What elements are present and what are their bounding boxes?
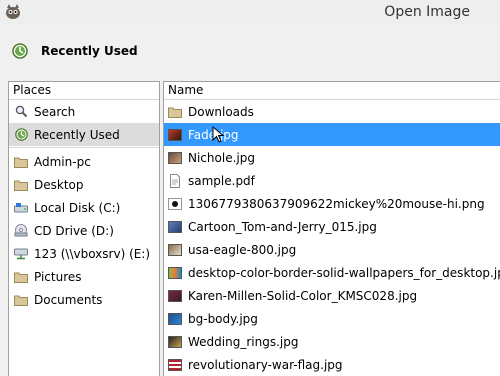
folder-icon bbox=[14, 293, 28, 307]
places-item-cd-drive[interactable]: CD Drive (D:) bbox=[9, 219, 159, 242]
pdf-file-icon bbox=[170, 173, 180, 188]
file-item-label: Karen-Millen-Solid-Color_KMSC028.jpg bbox=[188, 288, 418, 303]
title-bar[interactable]: Open Image bbox=[0, 0, 500, 24]
image-thumb-icon bbox=[168, 335, 182, 348]
file-item-label: Cartoon_Tom-and-Jerry_015.jpg bbox=[188, 219, 377, 234]
file-item-sample-pdf[interactable]: sample.pdf bbox=[164, 169, 500, 192]
places-item-recently-used[interactable]: Recently Used bbox=[9, 123, 159, 146]
search-icon bbox=[14, 105, 28, 119]
name-column-header[interactable]: Name bbox=[164, 82, 500, 100]
file-item-label: desktop-color-border-solid-wallpapers_fo… bbox=[188, 265, 500, 280]
image-thumb-icon bbox=[168, 266, 182, 279]
folder-icon bbox=[14, 178, 28, 192]
file-item-mickey[interactable]: 1306779380637909622mickey%20mouse-hi.png bbox=[164, 192, 500, 215]
image-thumb-icon bbox=[168, 220, 182, 233]
file-item-label: 1306779380637909622mickey%20mouse-hi.png bbox=[188, 196, 485, 211]
recent-icon bbox=[12, 43, 28, 59]
image-thumb-icon bbox=[168, 289, 182, 302]
file-item-tom-jerry[interactable]: Cartoon_Tom-and-Jerry_015.jpg bbox=[164, 215, 500, 238]
places-item-label: Pictures bbox=[34, 269, 82, 284]
places-item-admin-pc[interactable]: Admin-pc bbox=[9, 150, 159, 173]
file-item-bg-body[interactable]: bg-body.jpg bbox=[164, 307, 500, 330]
places-item-documents[interactable]: Documents bbox=[9, 288, 159, 311]
file-item-label: sample.pdf bbox=[188, 173, 255, 188]
file-item-revolutionary-war-flag[interactable]: revolutionary-war-flag.jpg bbox=[164, 353, 500, 376]
places-item-label: CD Drive (D:) bbox=[34, 223, 114, 238]
file-item-desktop-color-border[interactable]: desktop-color-border-solid-wallpapers_fo… bbox=[164, 261, 500, 284]
places-item-label: Search bbox=[34, 104, 76, 119]
network-drive-icon bbox=[14, 247, 28, 261]
image-thumb-icon bbox=[168, 128, 182, 141]
places-item-label: Documents bbox=[34, 292, 103, 307]
places-item-label: Recently Used bbox=[34, 127, 120, 142]
places-item-label: 123 (\\vboxsrv) (E:) bbox=[34, 246, 151, 261]
file-item-label: Downloads bbox=[188, 104, 254, 119]
location-title: Recently Used bbox=[41, 44, 138, 58]
places-item-desktop[interactable]: Desktop bbox=[9, 173, 159, 196]
mouse-cursor-icon bbox=[212, 126, 225, 143]
places-panel[interactable]: Places Search Recently Used Admin-pc Des… bbox=[8, 81, 160, 376]
file-item-label: bg-body.jpg bbox=[188, 311, 258, 326]
file-item-wedding-rings[interactable]: Wedding_rings.jpg bbox=[164, 330, 500, 353]
file-item-label: revolutionary-war-flag.jpg bbox=[188, 357, 343, 372]
image-thumb-icon bbox=[168, 312, 182, 325]
folder-icon bbox=[14, 155, 28, 169]
cd-icon bbox=[14, 224, 28, 238]
places-item-pictures[interactable]: Pictures bbox=[9, 265, 159, 288]
file-item-karen-millen[interactable]: Karen-Millen-Solid-Color_KMSC028.jpg bbox=[164, 284, 500, 307]
image-thumb-icon bbox=[168, 358, 182, 371]
recent-icon bbox=[14, 128, 28, 142]
file-item-label: usa-eagle-800.jpg bbox=[188, 242, 297, 257]
image-thumb-icon bbox=[168, 197, 182, 210]
file-item-label: Wedding_rings.jpg bbox=[188, 334, 299, 349]
places-item-label: Admin-pc bbox=[34, 154, 91, 169]
places-item-label: Desktop bbox=[34, 177, 84, 192]
window-title: Open Image bbox=[384, 4, 470, 20]
file-item-label: Nichole.jpg bbox=[188, 150, 255, 165]
places-item-label: Local Disk (C:) bbox=[34, 200, 121, 215]
image-thumb-icon bbox=[168, 151, 182, 164]
file-item-usa-eagle[interactable]: usa-eagle-800.jpg bbox=[164, 238, 500, 261]
file-item-downloads[interactable]: Downloads bbox=[164, 100, 500, 123]
drive-icon bbox=[14, 201, 28, 215]
folder-icon bbox=[168, 107, 182, 118]
image-thumb-icon bbox=[168, 243, 182, 256]
places-separator bbox=[9, 147, 159, 148]
places-heading: Places bbox=[13, 83, 52, 97]
places-header[interactable]: Places bbox=[9, 82, 159, 100]
file-item-nichole[interactable]: Nichole.jpg bbox=[164, 146, 500, 169]
places-item-search[interactable]: Search bbox=[9, 100, 159, 123]
folder-icon bbox=[14, 270, 28, 284]
places-item-network-drive[interactable]: 123 (\\vboxsrv) (E:) bbox=[9, 242, 159, 265]
places-item-local-disk[interactable]: Local Disk (C:) bbox=[9, 196, 159, 219]
location-bar: Recently Used bbox=[0, 24, 500, 76]
